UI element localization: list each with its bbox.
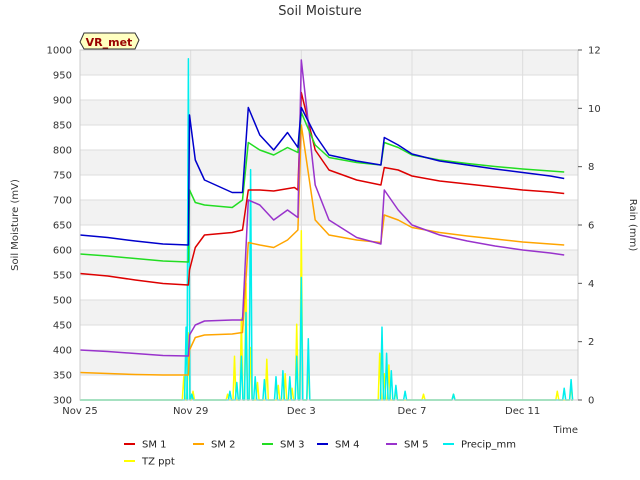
- y-tick-label: 950: [53, 71, 72, 82]
- y-tick-label: 700: [53, 196, 72, 207]
- y-tick-label: 800: [53, 146, 72, 157]
- background-band: [80, 350, 578, 375]
- legend: SM 1 SM 2 SM 3 SM 4 SM 5 Precip_mm TZ ppt: [124, 440, 516, 468]
- y2-tick-label: 2: [588, 337, 594, 348]
- x-axis-ticks: Nov 25 Nov 29 Dec 3 Dec 7 Dec 11: [62, 406, 540, 417]
- legend-label-sm-5: SM 5: [404, 440, 429, 451]
- legend-label-sm-2: SM 2: [211, 440, 236, 451]
- background-band: [80, 300, 578, 325]
- y2-axis-title: Rain (mm): [627, 199, 638, 252]
- background-band: [80, 75, 578, 100]
- x-tick-label: Nov 25: [62, 406, 97, 417]
- y2-axis-ticks: 0 2 4 6 8 10 12: [578, 46, 601, 407]
- x-tick-label: Dec 11: [505, 406, 540, 417]
- y2-tick-label: 0: [588, 396, 594, 407]
- background-band: [80, 50, 578, 75]
- background-band: [80, 275, 578, 300]
- y-tick-label: 400: [53, 346, 72, 357]
- background-band: [80, 125, 578, 150]
- y2-tick-label: 4: [588, 279, 594, 290]
- y2-tick-label: 12: [588, 46, 601, 57]
- x-tick-label: Nov 29: [173, 406, 208, 417]
- y2-tick-label: 6: [588, 221, 594, 232]
- y-tick-label: 650: [53, 221, 72, 232]
- y-tick-label: 450: [53, 321, 72, 332]
- background-band: [80, 225, 578, 250]
- y2-tick-label: 10: [588, 104, 601, 115]
- background-band: [80, 375, 578, 400]
- legend-label-sm-1: SM 1: [142, 440, 167, 451]
- site-label-box: VR_met: [79, 32, 140, 50]
- chart-title: Soil Moisture: [278, 4, 362, 19]
- y-tick-label: 550: [53, 271, 72, 282]
- y-tick-label: 750: [53, 171, 72, 182]
- background-band: [80, 100, 578, 125]
- x-axis-title: Time: [553, 425, 578, 436]
- y-tick-label: 900: [53, 96, 72, 107]
- background-band: [80, 325, 578, 350]
- y-axis-title: Soil Moisture (mV): [10, 179, 21, 271]
- background-band: [80, 200, 578, 225]
- y2-tick-label: 8: [588, 162, 594, 173]
- legend-label-tz-ppt: TZ ppt: [141, 457, 175, 468]
- background-band: [80, 250, 578, 275]
- legend-label-precip-mm: Precip_mm: [461, 440, 516, 451]
- y-tick-label: 300: [53, 396, 72, 407]
- y-axis-ticks: 300 350 400 450 500 550 600 650 700 750 800 850 900 9…: [47, 46, 72, 407]
- x-tick-label: Dec 7: [398, 406, 427, 417]
- y-tick-label: 1000: [47, 46, 72, 57]
- y-tick-label: 600: [53, 246, 72, 257]
- legend-label-sm-3: SM 3: [280, 440, 305, 451]
- y-tick-label: 500: [53, 296, 72, 307]
- site-label: VR_met: [86, 36, 133, 49]
- soil-moisture-chart: Nov 25 Nov 29 Dec 3 Dec 7 Dec 11 30035040045…: [10, 4, 638, 468]
- legend-label-sm-4: SM 4: [335, 440, 360, 451]
- y-tick-label: 850: [53, 121, 72, 132]
- x-tick-label: Dec 3: [287, 406, 316, 417]
- y-tick-label: 350: [53, 371, 72, 382]
